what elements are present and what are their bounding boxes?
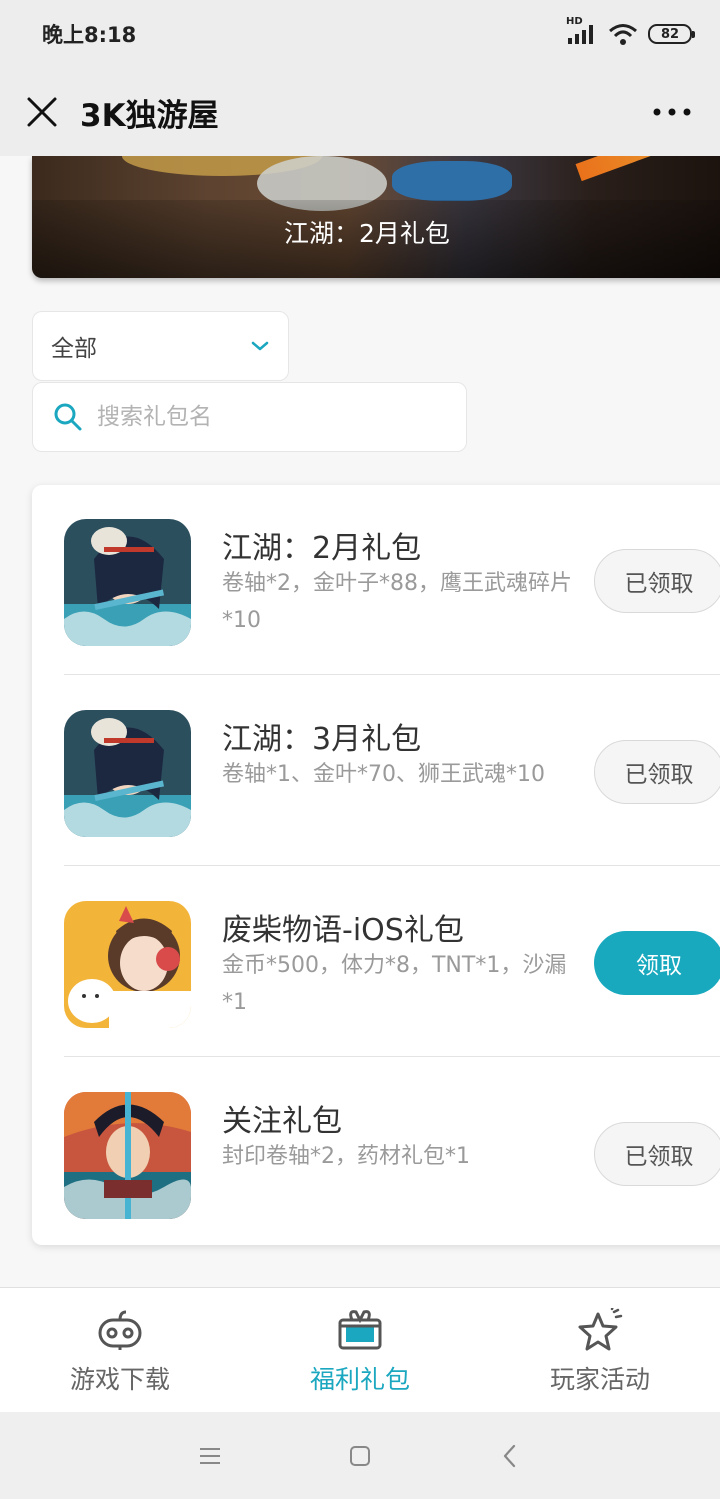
search-icon: [54, 403, 82, 431]
gamepad-icon: [98, 1310, 142, 1350]
gift-row: 废柴物语-iOS礼包 金币*500，体力*8，TNT*1，沙漏*1 领取: [32, 867, 720, 1057]
feichai-game-icon: [64, 901, 191, 1028]
home-button[interactable]: [285, 1426, 435, 1486]
wifi-icon: [609, 24, 637, 45]
menu-icon: [200, 1447, 220, 1464]
title-bar: 3K独游屋: [0, 68, 720, 156]
page-content[interactable]: 江湖：2月礼包 全部 搜索礼包名 江湖：2月礼包 卷轴*2，金叶子*88，鹰王武…: [0, 156, 720, 1287]
page-title: 3K独游屋: [80, 97, 219, 134]
gift-description: 封印卷轴*2，药材礼包*1: [222, 1144, 470, 1169]
system-nav-bar: [0, 1412, 720, 1499]
status-icons: HD 82: [566, 16, 695, 46]
bottom-tab-bar: 游戏下载 福利礼包 玩家活动: [0, 1287, 720, 1412]
gift-name: 江湖：2月礼包: [222, 531, 422, 566]
gift-row: 关注礼包 封印卷轴*2，药材礼包*1 已领取: [32, 1058, 720, 1248]
gift-icon: [338, 1310, 382, 1350]
category-filter-select[interactable]: 全部: [32, 311, 289, 381]
claimed-button[interactable]: 已领取: [594, 740, 720, 804]
tab-label: 福利礼包: [309, 1365, 410, 1394]
swordsman-game-icon: [64, 1092, 191, 1219]
claimed-button[interactable]: 已领取: [594, 1122, 720, 1186]
status-time: 晚上8:18: [42, 23, 137, 47]
filter-selected-value: 全部: [51, 336, 97, 362]
star-icon: [578, 1308, 623, 1351]
search-input[interactable]: [97, 404, 437, 430]
banner-art: [575, 156, 720, 182]
banner-art: [392, 161, 512, 201]
divider: [64, 674, 720, 675]
claim-button[interactable]: 领取: [594, 931, 720, 995]
gift-description: 卷轴*1、金叶*70、狮王武魂*10: [222, 762, 545, 787]
home-square-icon: [350, 1445, 370, 1466]
tab-player-events[interactable]: 玩家活动: [480, 1288, 720, 1412]
gift-name: 关注礼包: [222, 1104, 342, 1139]
more-options-button[interactable]: [648, 94, 696, 130]
gift-description: 卷轴*2，金叶子*88，鹰王武魂碎片*10: [222, 571, 572, 633]
status-bar: 晚上8:18 HD 82: [0, 0, 720, 68]
battery-level: 82: [660, 26, 680, 42]
gift-row: 江湖：2月礼包 卷轴*2，金叶子*88，鹰王武魂碎片*10 已领取: [32, 485, 720, 675]
menu-button[interactable]: [135, 1426, 285, 1486]
back-arrow-icon: [503, 1444, 516, 1467]
back-button[interactable]: [435, 1426, 585, 1486]
battery-icon: 82: [648, 24, 695, 44]
gift-description: 金币*500，体力*8，TNT*1，沙漏*1: [222, 953, 567, 1015]
chevron-down-icon: [251, 341, 269, 351]
jianghu-game-icon: [64, 710, 191, 837]
close-icon: [27, 97, 57, 127]
close-button[interactable]: [24, 94, 60, 130]
gift-banner[interactable]: 江湖：2月礼包: [32, 156, 720, 278]
tab-label: 游戏下载: [69, 1365, 170, 1394]
divider: [64, 1056, 720, 1057]
gift-name: 江湖：3月礼包: [222, 722, 422, 757]
signal-icon: HD: [566, 16, 598, 46]
gift-list: 江湖：2月礼包 卷轴*2，金叶子*88，鹰王武魂碎片*10 已领取 江湖：3月礼: [32, 485, 720, 1245]
tab-label: 玩家活动: [549, 1365, 650, 1394]
tab-game-download[interactable]: 游戏下载: [0, 1288, 240, 1412]
gift-name: 废柴物语-iOS礼包: [222, 913, 464, 948]
gift-row: 江湖：3月礼包 卷轴*1、金叶*70、狮王武魂*10 已领取: [32, 676, 720, 866]
claimed-button[interactable]: 已领取: [594, 549, 720, 613]
more-icon: [653, 108, 691, 116]
tab-gift-packs[interactable]: 福利礼包: [240, 1288, 480, 1412]
search-box: [32, 382, 467, 452]
divider: [64, 865, 720, 866]
jianghu-game-icon: [64, 519, 191, 646]
banner-caption: 江湖：2月礼包: [284, 219, 450, 248]
